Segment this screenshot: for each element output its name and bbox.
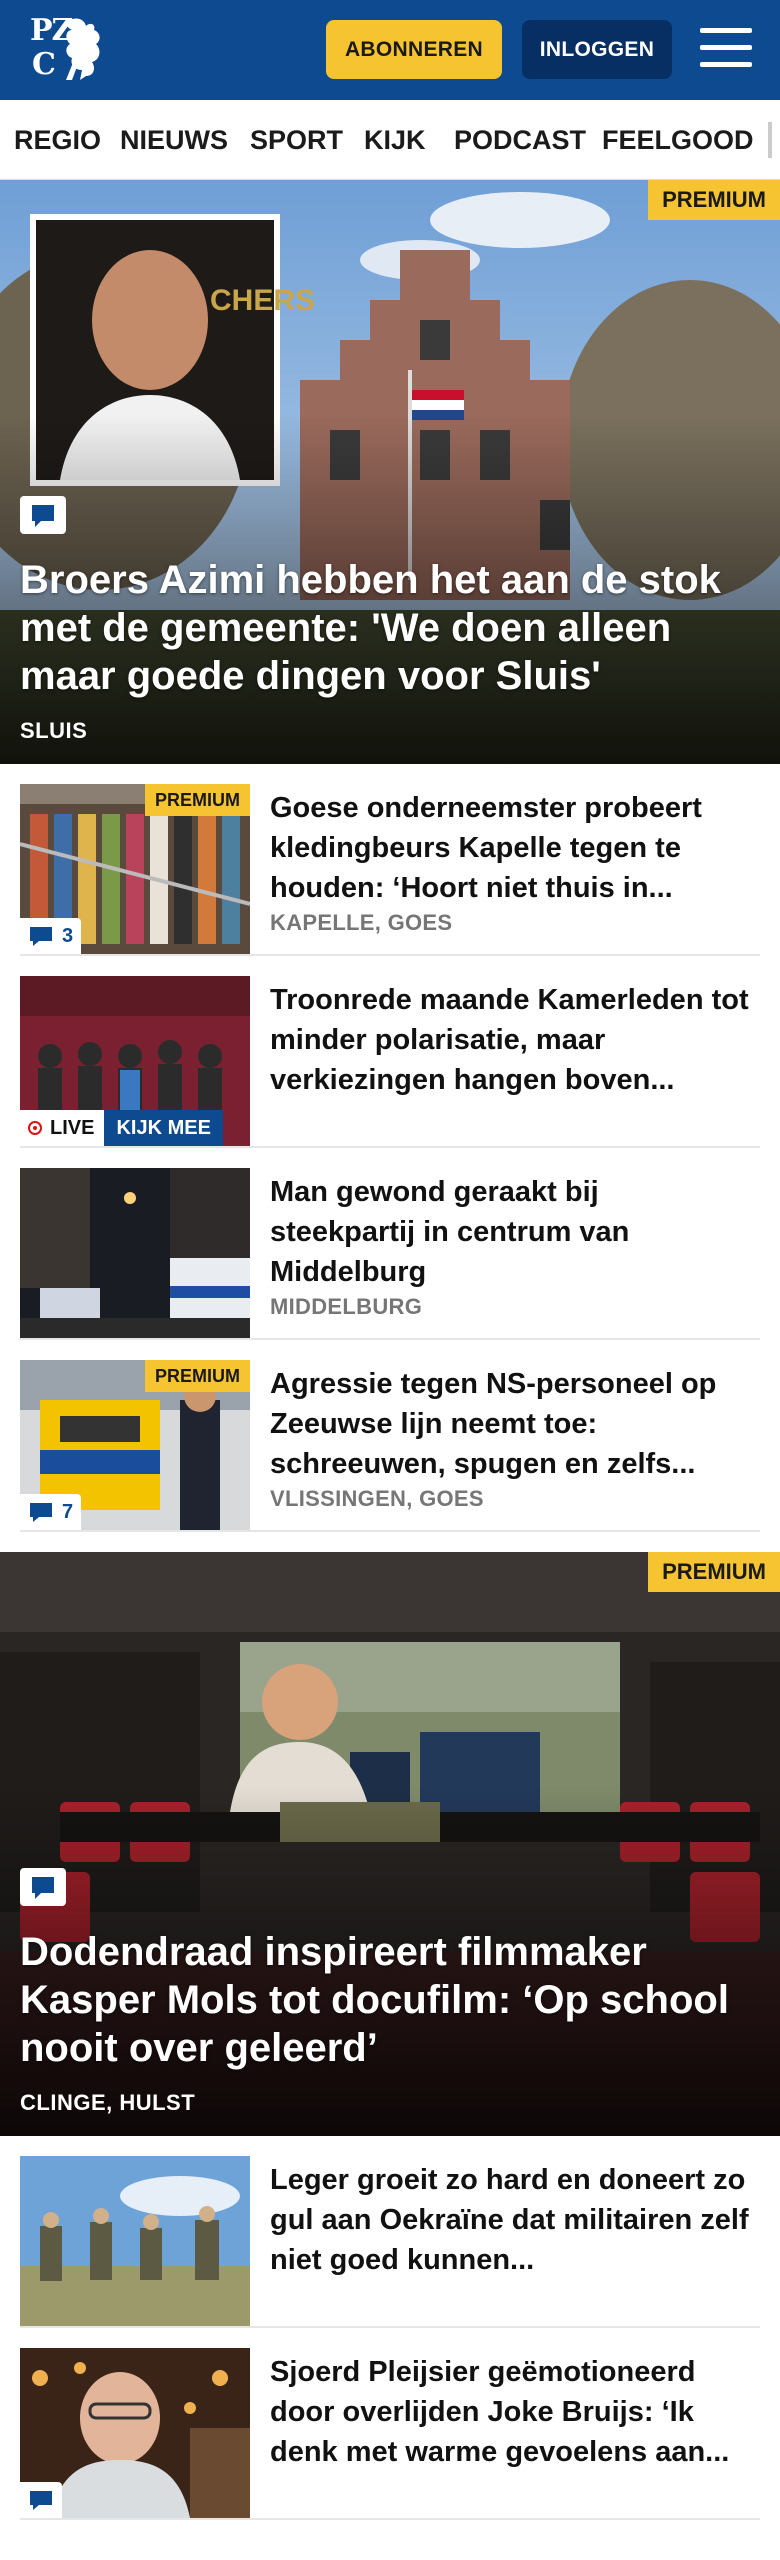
comment-count: 3 xyxy=(62,924,74,947)
login-button[interactable]: INLOGGEN xyxy=(522,20,672,79)
watch-button[interactable]: KIJK MEE xyxy=(104,1110,223,1146)
svg-text:CHERS: CHERS xyxy=(210,284,315,317)
comment-icon xyxy=(30,927,52,946)
top-bar: PZ C ABONNEREN INLOGGEN xyxy=(0,0,780,100)
article-thumbnail-train: PREMIUM 7 xyxy=(20,1360,250,1530)
article-headline[interactable]: Man gewond geraakt bij steekpartij in ce… xyxy=(270,1172,750,1292)
subscribe-button[interactable]: ABONNEREN xyxy=(326,20,502,79)
nav-item-nieuws[interactable]: NIEUWS xyxy=(120,100,228,179)
list-item[interactable]: LIVE KIJK MEE Troonrede maande Kamerlede… xyxy=(20,976,760,1148)
menu-icon[interactable] xyxy=(700,26,752,70)
comment-icon xyxy=(30,2491,52,2510)
article-thumbnail-soldiers xyxy=(20,2156,250,2326)
comment-icon[interactable] xyxy=(20,1868,66,1906)
live-label: LIVE xyxy=(50,1116,95,1139)
hero-location: SLUIS xyxy=(20,718,88,743)
logo-text-bottom: C xyxy=(32,47,56,82)
pzc-logo[interactable]: PZ C xyxy=(30,14,110,86)
nav-item-feelgood[interactable]: FEELGOOD xyxy=(602,100,754,179)
article-headline[interactable]: Agressie tegen NS-personeel op Zeeuwse l… xyxy=(270,1364,750,1484)
article-thumbnail-talkshow xyxy=(20,2348,250,2518)
hero-title[interactable]: Broers Azimi hebben het aan de stok met … xyxy=(20,556,740,700)
list-item[interactable]: Leger groeit zo hard en doneert zo gul a… xyxy=(20,2156,760,2328)
premium-badge: PREMIUM xyxy=(648,1552,780,1592)
article-thumbnail-clothing: PREMIUM 3 xyxy=(20,784,250,954)
comment-count: 7 xyxy=(62,1500,74,1523)
nav-overflow-indicator xyxy=(768,122,772,158)
nav-item-regio[interactable]: REGIO xyxy=(14,100,101,179)
premium-badge: PREMIUM xyxy=(145,1360,250,1392)
nav-item-sport[interactable]: SPORT xyxy=(250,100,343,179)
nav-item-podcast[interactable]: PODCAST xyxy=(454,100,586,179)
hero-article-filmmaker[interactable]: PREMIUM Dodendraad inspireert filmmaker … xyxy=(0,1552,780,2136)
hero-location: CLINGE, HULST xyxy=(20,2090,196,2115)
section-nav: REGIO NIEUWS SPORT KIJK PODCAST FEELGOOD xyxy=(0,100,780,180)
list-item[interactable]: PREMIUM 7 Agressie tegen NS-personeel op… xyxy=(20,1360,760,1532)
article-location: VLISSINGEN, GOES xyxy=(270,1486,484,1511)
article-thumbnail-police-night xyxy=(20,1168,250,1338)
live-dot-icon xyxy=(28,1121,42,1135)
list-item[interactable]: PREMIUM 3 Goese onderneemster probeert k… xyxy=(20,784,760,956)
live-badge[interactable]: LIVE KIJK MEE xyxy=(20,1110,223,1146)
article-thumbnail-parliament: LIVE KIJK MEE xyxy=(20,976,250,1146)
hero-article-azimi[interactable]: CHERS PREMIUM Broers Azimi hebben het aa… xyxy=(0,180,780,764)
nav-item-kijk[interactable]: KIJK xyxy=(364,100,426,179)
article-headline[interactable]: Leger groeit zo hard en doneert zo gul a… xyxy=(270,2160,750,2280)
live-indicator: LIVE xyxy=(20,1110,105,1146)
lion-emblem-icon xyxy=(66,18,100,80)
premium-badge: PREMIUM xyxy=(648,180,780,220)
article-headline[interactable]: Sjoerd Pleijsier geëmotioneerd door over… xyxy=(270,2352,750,2472)
hero-title[interactable]: Dodendraad inspireert filmmaker Kasper M… xyxy=(20,1928,740,2072)
article-location: KAPELLE, GOES xyxy=(270,910,453,935)
premium-badge: PREMIUM xyxy=(145,784,250,816)
comment-count-badge[interactable]: 7 xyxy=(20,1494,82,1530)
article-headline[interactable]: Troonrede maande Kamerleden tot minder p… xyxy=(270,980,750,1100)
comment-icon xyxy=(30,1503,52,1522)
comment-icon[interactable] xyxy=(20,496,66,534)
list-item[interactable]: Sjoerd Pleijsier geëmotioneerd door over… xyxy=(20,2348,760,2520)
comment-badge[interactable] xyxy=(20,2482,62,2518)
article-location: MIDDELBURG xyxy=(270,1294,423,1319)
comment-count-badge[interactable]: 3 xyxy=(20,918,82,954)
list-item[interactable]: Man gewond geraakt bij steekpartij in ce… xyxy=(20,1168,760,1340)
article-headline[interactable]: Goese onderneemster probeert kledingbeur… xyxy=(270,788,750,908)
